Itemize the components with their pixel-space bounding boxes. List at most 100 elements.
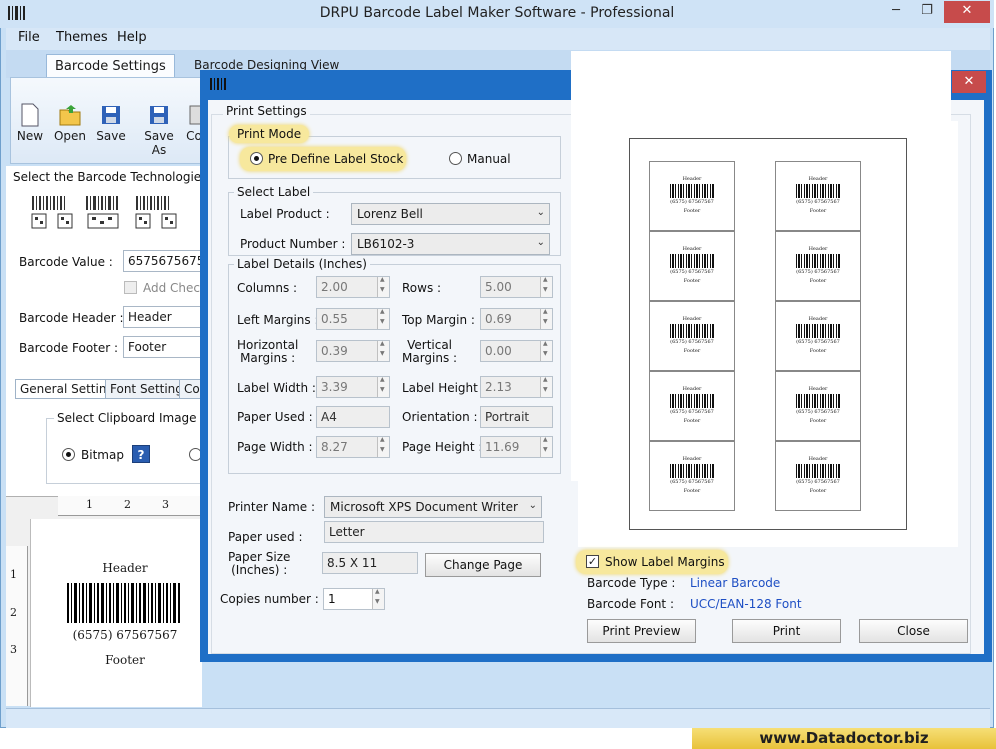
copies-input[interactable]: 1 [323, 588, 385, 610]
canvas-barcode-number[interactable]: (6575) 67567567 [31, 628, 219, 642]
maximize-icon[interactable]: ❐ [910, 1, 944, 23]
save-button[interactable]: Save [89, 103, 133, 143]
ruler-left: 1 2 3 [6, 546, 28, 706]
barcode-font-value: UCC/EAN-128 Font [690, 597, 802, 611]
left-margins-label: Left Margins : [237, 313, 319, 327]
product-number-label: Product Number : [240, 237, 346, 251]
spinner-icon[interactable] [377, 436, 389, 457]
label-height-value: 2.13 [485, 380, 512, 394]
print-dialog-close-icon[interactable]: ✕ [952, 71, 986, 93]
show-margins-checkbox[interactable]: ✓ [586, 555, 599, 568]
menu-themes[interactable]: Themes [56, 30, 108, 45]
preview-label-barcode [796, 184, 840, 198]
vmargins-line2: Margins : [402, 351, 458, 365]
horizontal-margins-input[interactable]: 0.39 [316, 340, 390, 362]
close-icon[interactable]: ✕ [944, 1, 990, 23]
menu-help[interactable]: Help [117, 30, 147, 45]
barcode-footer-input[interactable]: Footer [123, 336, 202, 358]
open-button[interactable]: Open [48, 103, 92, 143]
page-width-label: Page Width : [237, 440, 313, 454]
show-margins-label: Show Label Margins [605, 555, 725, 569]
spinner-icon[interactable] [540, 436, 552, 457]
left-margins-input[interactable]: 0.55 [316, 308, 390, 330]
manual-radio[interactable] [449, 152, 462, 165]
spinner-icon[interactable] [540, 308, 552, 329]
label-product-dropdown[interactable]: Lorenz Bell ⌄ [351, 203, 550, 225]
preview-label-number: (6575) 67567567 [796, 409, 840, 415]
spinner-icon[interactable] [377, 308, 389, 329]
ruler-tick-1: 1 [86, 498, 93, 511]
predefine-stock-label: Pre Define Label Stock [268, 152, 404, 166]
spinner-icon[interactable] [377, 340, 389, 361]
printer-name-dropdown[interactable]: Microsoft XPS Document Writer ⌄ [324, 496, 542, 518]
predefine-stock-radio[interactable] [250, 152, 263, 165]
label-width-input[interactable]: 3.39 [316, 376, 390, 398]
preview-label: Header (6575) 67567567 Footer [775, 161, 861, 231]
paper-size-line2: (Inches) : [231, 563, 288, 577]
new-button[interactable]: New [8, 103, 52, 143]
tab-barcode-settings[interactable]: Barcode Settings [46, 54, 175, 78]
barcode-value-label: Barcode Value : [19, 255, 113, 269]
preview-label-number: (6575) 67567567 [670, 199, 714, 205]
add-checksum-checkbox[interactable] [124, 281, 137, 294]
canvas-barcode[interactable] [67, 583, 183, 623]
spinner-icon[interactable] [377, 376, 389, 397]
preview-label-footer: Footer [683, 418, 701, 424]
preview-label-footer: Footer [683, 278, 701, 284]
preview-label-number: (6575) 67567567 [796, 479, 840, 485]
page-width-input[interactable]: 8.27 [316, 436, 390, 458]
preview-label-footer: Footer [683, 348, 701, 354]
columns-input[interactable]: 2.00 [316, 276, 390, 298]
spinner-icon[interactable] [540, 376, 552, 397]
print-mode-label: Print Mode [229, 125, 310, 143]
paper-used2-field: Letter [324, 521, 544, 543]
preview-label-header: Header [682, 456, 702, 462]
copies-value: 1 [328, 592, 336, 606]
page-height-input[interactable]: 11.69 [480, 436, 553, 458]
change-page-button[interactable]: Change Page [425, 553, 541, 577]
label-height-input[interactable]: 2.13 [480, 376, 553, 398]
page-width-value: 8.27 [321, 440, 348, 454]
preview-label-footer: Footer [809, 208, 827, 214]
help-icon[interactable]: ? [132, 445, 150, 463]
bitmap-radio[interactable] [62, 448, 75, 461]
save-as-icon [150, 106, 168, 124]
canvas-header-text[interactable]: Header [31, 561, 219, 575]
vertical-margins-label: Vertical Margins : [402, 339, 457, 365]
paper-used-label: Paper Used : [237, 410, 313, 424]
tab-color-settings[interactable]: Colo [179, 379, 202, 399]
rows-input[interactable]: 5.00 [480, 276, 553, 298]
print-preview-button[interactable]: Print Preview [587, 619, 696, 643]
close-button[interactable]: Close [859, 619, 968, 643]
vertical-margins-input[interactable]: 0.00 [480, 340, 553, 362]
spinner-icon[interactable] [372, 588, 384, 609]
page-height-label: Page Height : [402, 440, 483, 454]
print-button[interactable]: Print [732, 619, 841, 643]
columns-value: 2.00 [321, 280, 348, 294]
spinner-icon[interactable] [540, 276, 552, 297]
barcode-technology-icons[interactable] [30, 194, 200, 232]
save-as-button[interactable]: Save As [137, 103, 181, 157]
canvas-footer-text[interactable]: Footer [31, 653, 219, 667]
top-margin-input[interactable]: 0.69 [480, 308, 553, 330]
print-settings-label: Print Settings [223, 104, 310, 118]
spinner-icon[interactable] [377, 276, 389, 297]
bitmap-label: Bitmap [81, 448, 124, 462]
spinner-icon[interactable] [540, 340, 552, 361]
barcode-value-input[interactable]: 6575675675670 [123, 250, 202, 272]
product-number-dropdown[interactable]: LB6102-3 ⌄ [351, 233, 550, 255]
ruler-tick-3: 3 [162, 498, 169, 511]
chevron-down-icon: ⌄ [528, 500, 537, 511]
preview-label-number: (6575) 67567567 [670, 339, 714, 345]
chevron-down-icon: ⌄ [536, 207, 545, 218]
minimize-icon[interactable]: ─ [878, 1, 914, 23]
barcode-header-input[interactable]: Header [123, 306, 202, 328]
top-margin-label: Top Margin : [402, 313, 475, 327]
preview-label-header: Header [682, 386, 702, 392]
add-checksum-label: Add Checksu [143, 281, 203, 295]
preview-label-header: Header [808, 176, 828, 182]
menu-file[interactable]: File [18, 30, 40, 45]
ruler-tick-2: 2 [124, 498, 131, 511]
label-design-canvas[interactable]: Header (6575) 67567567 Footer [30, 519, 202, 707]
status-bar [6, 708, 990, 728]
